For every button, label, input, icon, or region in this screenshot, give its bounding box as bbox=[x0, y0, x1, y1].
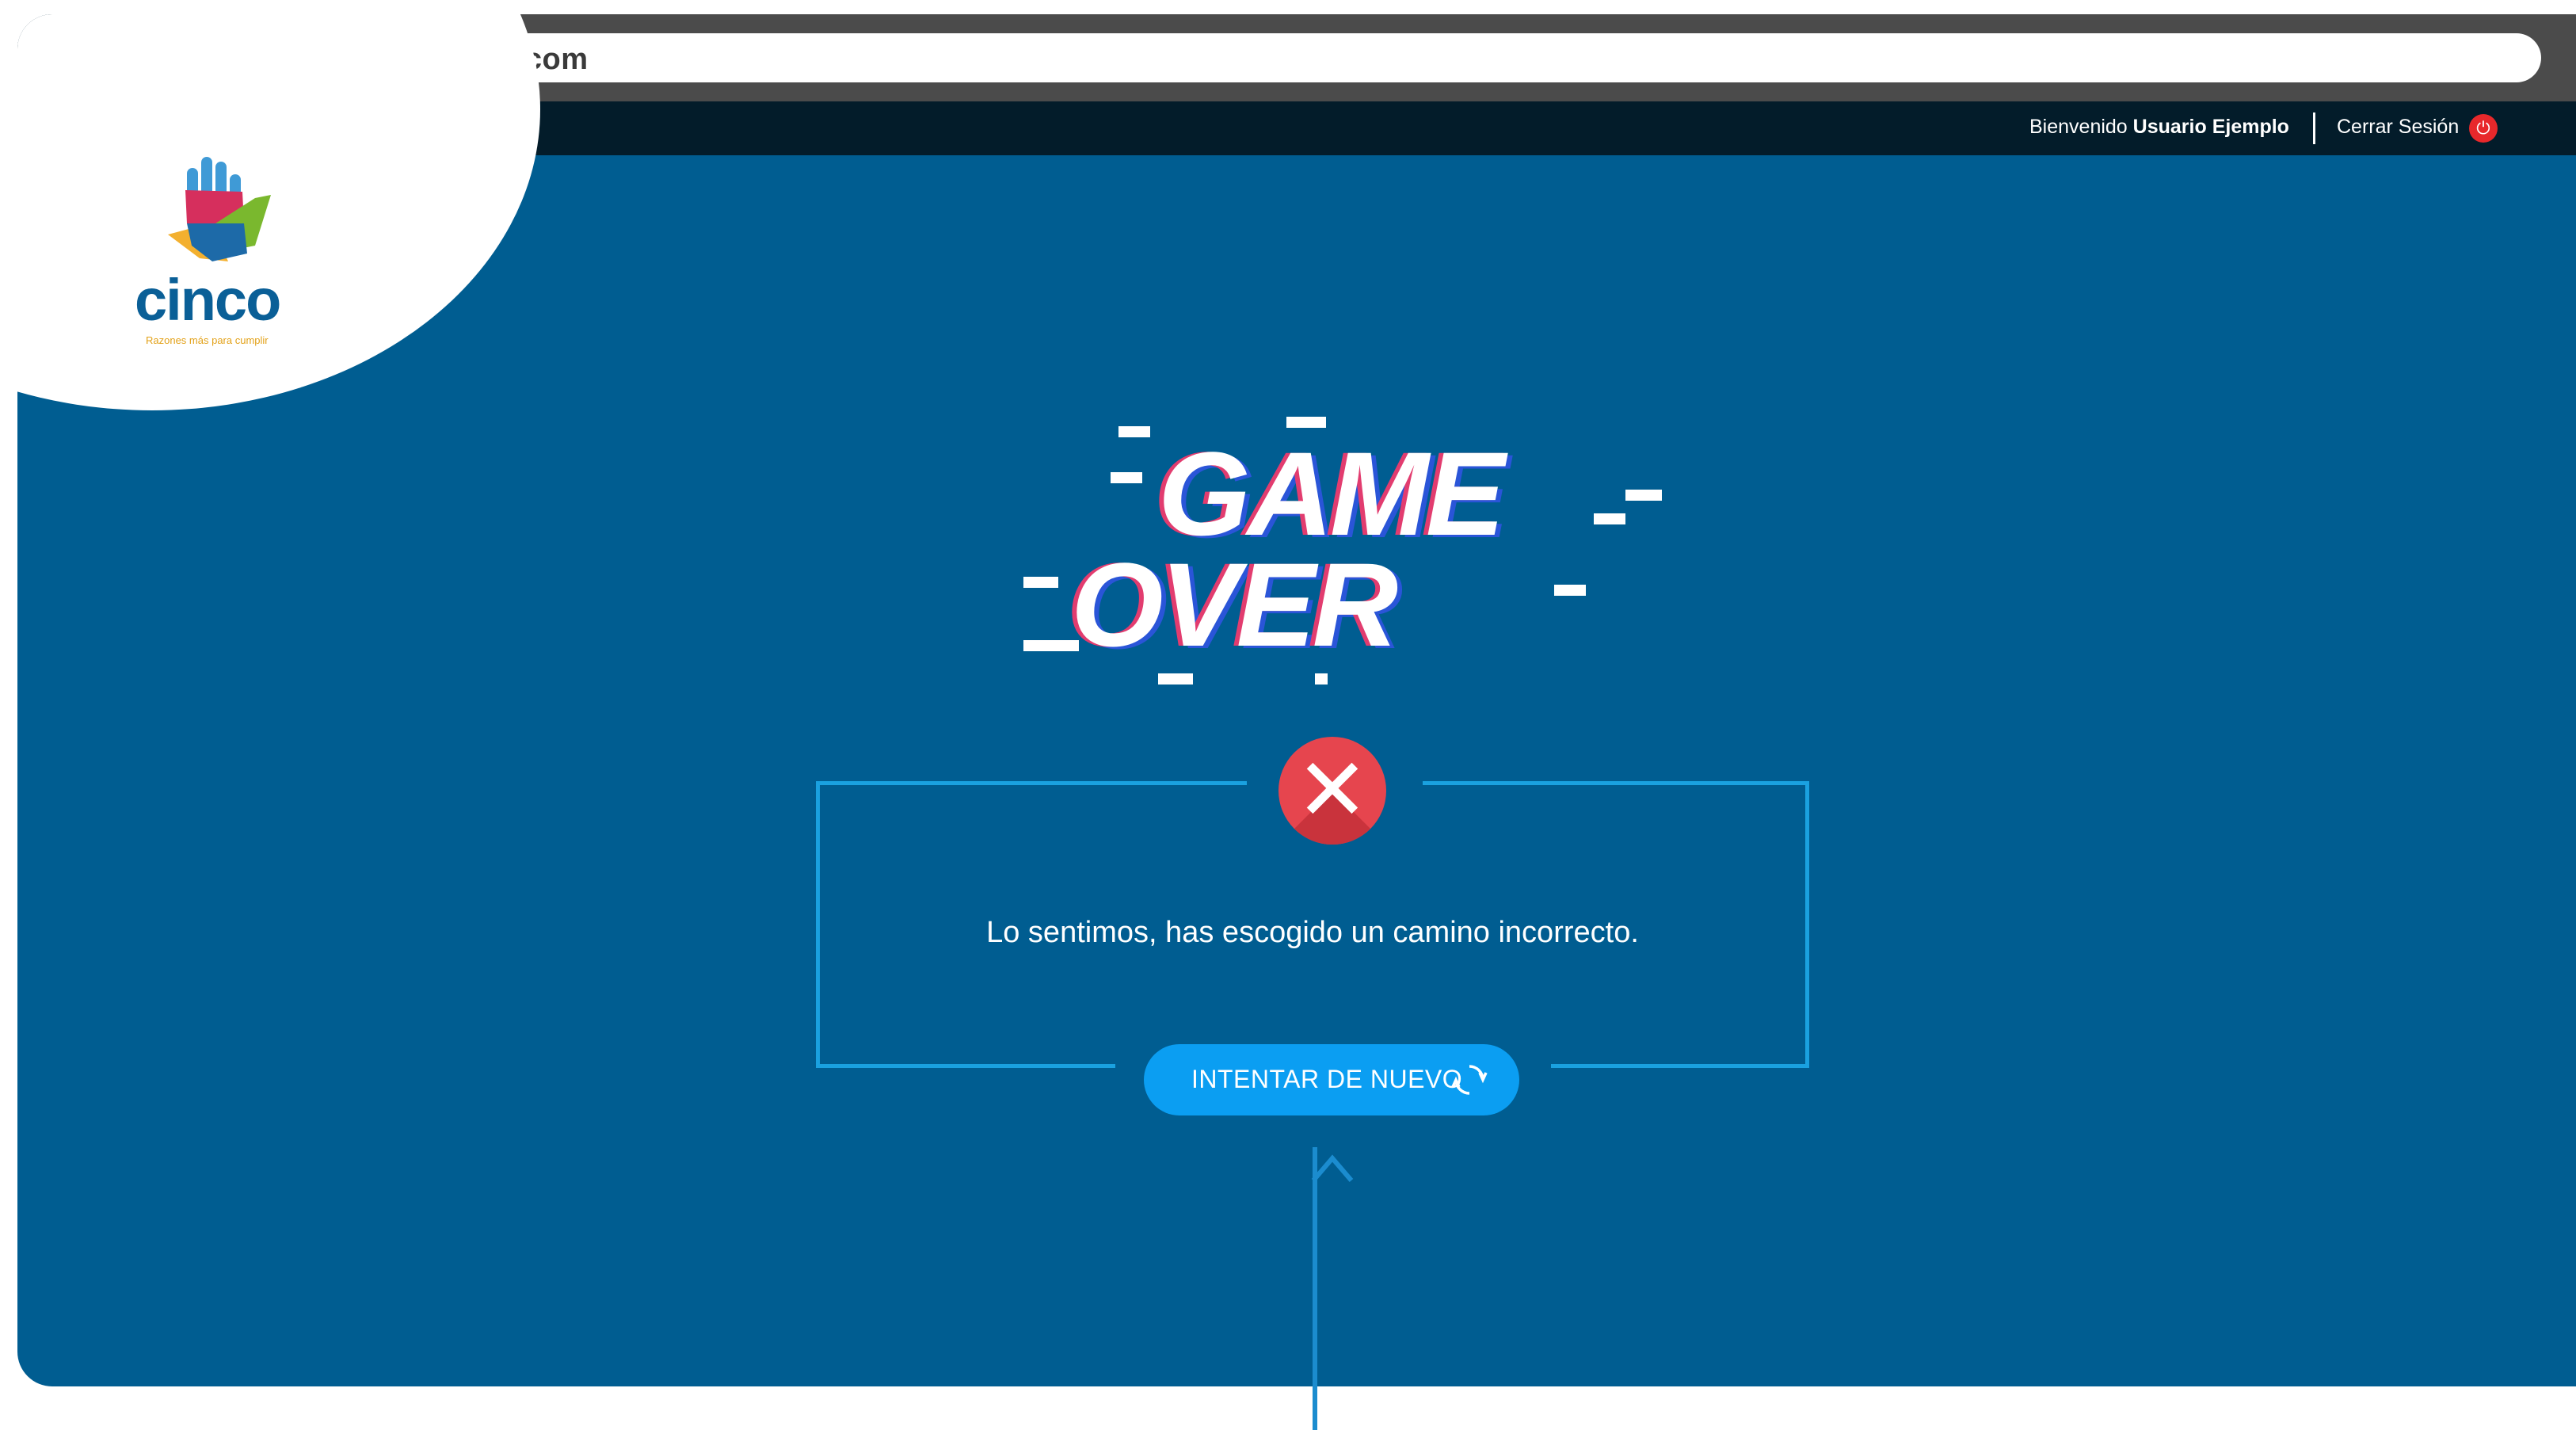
logo-word: cinco bbox=[135, 267, 281, 333]
logout-link[interactable]: Cerrar Sesión bbox=[2337, 116, 2459, 139]
game-over-line-1: GAME bbox=[1158, 427, 1505, 560]
error-message: Lo sentimos, has escogido un camino inco… bbox=[986, 916, 1639, 949]
user-name: Usuario Ejemplo bbox=[2132, 116, 2289, 138]
game-over-title: GAME OVER bbox=[1008, 395, 1705, 696]
annotation-arrow-line bbox=[1313, 1147, 1317, 1430]
close-x-icon: ✕ bbox=[1278, 737, 1386, 845]
retry-button[interactable]: INTENTAR DE NUEVO bbox=[1144, 1044, 1519, 1115]
game-over-line-2: OVER bbox=[1071, 538, 1398, 671]
topbar-divider bbox=[2313, 112, 2315, 144]
welcome-prefix: Bienvenido bbox=[2029, 116, 2128, 138]
power-icon[interactable]: ⏻ bbox=[2469, 114, 2498, 143]
retry-button-label: INTENTAR DE NUEVO bbox=[1191, 1065, 1463, 1093]
address-bar[interactable]: www.cincobmm.com bbox=[252, 33, 2541, 82]
welcome-text: Bienvenido Usuario Ejemplo bbox=[2029, 116, 2289, 139]
refresh-icon bbox=[1451, 1065, 1488, 1095]
browser-window: www.cincobmm.com Bienvenido Usuario Ejem… bbox=[17, 14, 2576, 1386]
logo-tagline: Razones más para cumplir bbox=[146, 334, 269, 346]
